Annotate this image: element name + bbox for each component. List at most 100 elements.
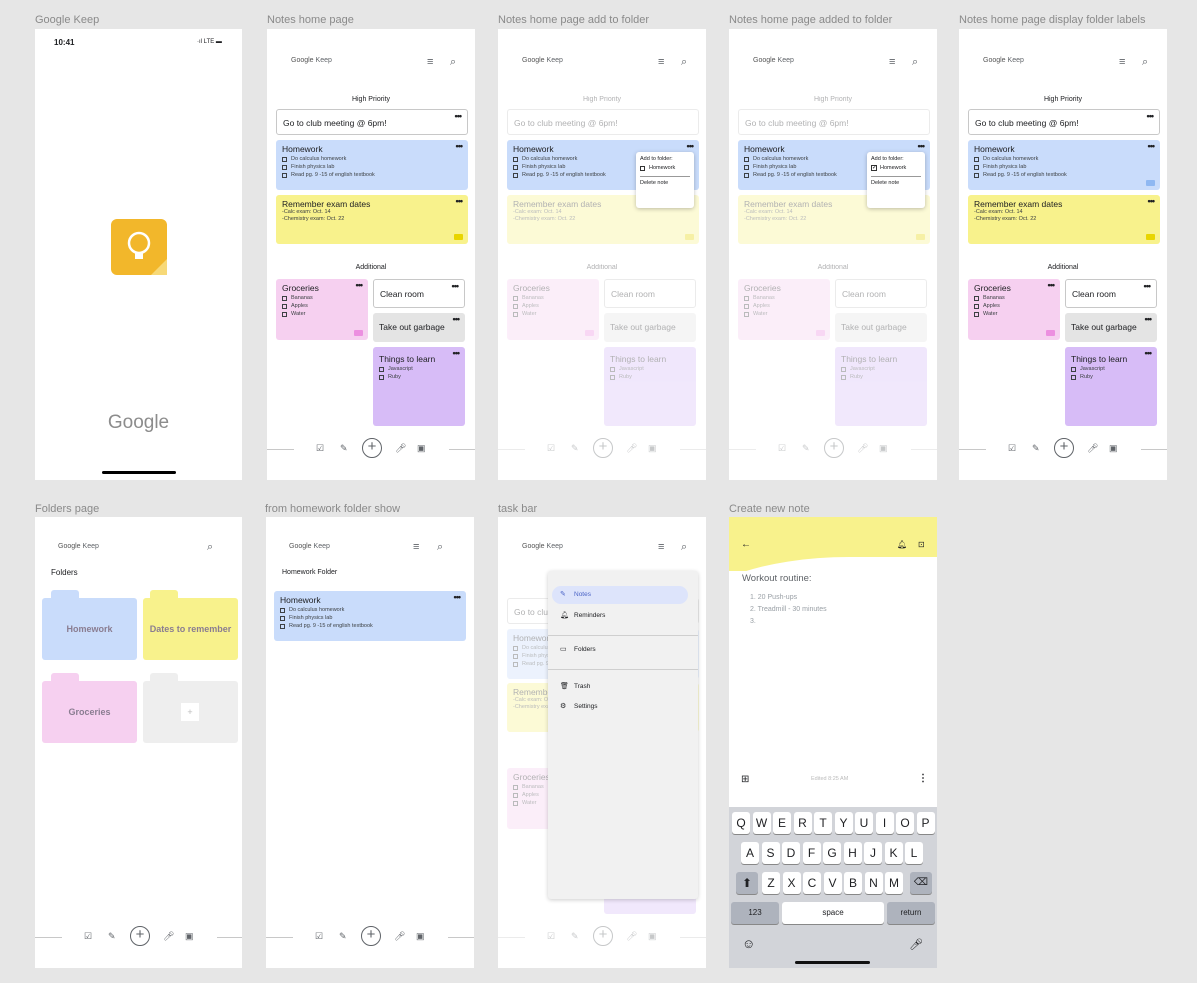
nav-item-reminders[interactable]: Reminders (574, 612, 605, 619)
more-icon[interactable]: ••• (453, 314, 461, 324)
brush-icon[interactable]: ✎ (1032, 443, 1040, 454)
note-homework[interactable]: Homework ••• Do calculus homework Finish … (276, 140, 468, 190)
mic-icon[interactable]: 🎤︎ (163, 931, 174, 942)
hamburger-icon[interactable]: ≡ (1119, 56, 1125, 68)
note-groceries[interactable]: Groceries Bananas Apples Water (507, 279, 599, 340)
note-things-to-learn[interactable]: Things to learn ••• Javascript Ruby (373, 347, 465, 426)
key-f[interactable]: F (802, 842, 821, 864)
key-p[interactable]: P (916, 812, 935, 834)
more-icon[interactable]: ••• (1145, 348, 1153, 358)
note-groceries[interactable]: Groceries Bananas Apples Water (738, 279, 830, 340)
brush-icon[interactable]: ✎ (802, 443, 810, 454)
nav-item-notes[interactable] (552, 586, 688, 604)
more-icon[interactable]: ••• (356, 280, 364, 290)
search-icon[interactable]: ⌕ (207, 541, 213, 554)
note-garbage[interactable]: Take out garbage ••• (1065, 313, 1157, 342)
note-clean-room[interactable]: Clean room ••• (1065, 279, 1157, 308)
image-icon[interactable]: ▣ (185, 931, 194, 942)
image-icon[interactable]: ▣ (648, 931, 657, 942)
key-v[interactable]: V (823, 872, 842, 894)
note-homework[interactable]: Homework ••• Do calculus homework Finish … (274, 591, 466, 641)
more-icon[interactable]: ••• (1147, 111, 1155, 121)
key-j[interactable]: J (864, 842, 882, 864)
key-l[interactable]: L (905, 842, 923, 864)
more-icon[interactable]: ••• (687, 141, 695, 151)
note-garbage[interactable]: Take out garbage (835, 313, 927, 342)
more-icon[interactable]: ••• (456, 141, 464, 151)
key-i[interactable]: I (875, 812, 894, 834)
note-things-to-learn[interactable]: Things to learn Javascript Ruby (835, 347, 927, 426)
search-icon[interactable]: ⌕ (681, 541, 687, 554)
mic-icon[interactable]: 🎤︎ (857, 443, 868, 454)
note-things-to-learn[interactable]: Things to learn Javascript Ruby (604, 347, 696, 426)
brush-icon[interactable]: ✎ (340, 443, 348, 454)
note-line[interactable]: 1. 20 Push-ups (750, 594, 797, 601)
note-club[interactable]: Go to club meeting @ 6pm! (738, 109, 930, 135)
add-folder-card[interactable]: + (143, 681, 238, 743)
brush-icon[interactable]: ✎ (108, 931, 116, 942)
image-icon[interactable]: ▣ (416, 931, 425, 942)
image-icon[interactable]: ▣ (417, 443, 426, 454)
key-n[interactable]: N (864, 872, 883, 894)
more-icon[interactable]: ••• (1048, 280, 1056, 290)
nav-item-settings[interactable]: Settings (574, 703, 598, 710)
hamburger-icon[interactable]: ≡ (427, 56, 433, 68)
hamburger-icon[interactable]: ≡ (658, 541, 664, 553)
key-r[interactable]: R (793, 812, 812, 834)
note-clean-room[interactable]: Clean room (835, 279, 927, 308)
more-icon[interactable]: ••• (1148, 196, 1156, 206)
folder-option-homework[interactable]: Homework (640, 165, 690, 171)
shift-icon[interactable]: ⬆ (736, 872, 758, 894)
note-exam-dates[interactable]: Remember exam dates ••• -Calc exam: Oct. … (276, 195, 468, 244)
checkbox-icon[interactable]: ☑ (1008, 443, 1016, 454)
add-circle-icon[interactable]: + (130, 926, 150, 946)
checkbox-icon[interactable]: ☑ (778, 443, 786, 454)
key-d[interactable]: D (782, 842, 800, 864)
key-o[interactable]: O (896, 812, 914, 834)
search-icon[interactable]: ⌕ (437, 541, 443, 554)
folder-option-homework[interactable]: ✓ Homework (871, 165, 921, 171)
space-key[interactable]: space (782, 902, 884, 924)
checkbox-icon[interactable]: ☑ (315, 931, 323, 942)
mic-icon[interactable]: 🎤︎ (626, 443, 637, 454)
key-e[interactable]: E (773, 812, 791, 834)
emoji-icon[interactable]: ☺ (742, 936, 755, 951)
search-icon[interactable]: ⌕ (1142, 56, 1148, 69)
hamburger-icon[interactable]: ≡ (658, 56, 664, 68)
mic-icon[interactable]: 🎤︎ (395, 443, 406, 454)
note-groceries[interactable]: Groceries ••• Bananas Apples Water (276, 279, 368, 340)
key-g[interactable]: G (823, 842, 841, 864)
note-club[interactable]: Go to club meeting @ 6pm! ••• (968, 109, 1160, 135)
mic-icon[interactable]: 🎤︎ (1087, 443, 1098, 454)
key-x[interactable]: X (782, 872, 801, 894)
add-circle-icon[interactable]: + (824, 438, 844, 458)
more-icon[interactable]: ••• (453, 348, 461, 358)
nav-item-folders[interactable]: Folders (574, 646, 596, 653)
key-c[interactable]: C (803, 872, 821, 894)
brush-icon[interactable]: ✎ (339, 931, 347, 942)
note-groceries[interactable]: Groceries ••• Bananas Apples Water (968, 279, 1060, 340)
note-clean-room[interactable]: Clean room (604, 279, 696, 308)
key-q[interactable]: Q (732, 812, 750, 834)
image-icon[interactable]: ▣ (879, 443, 888, 454)
search-icon[interactable]: ⌕ (450, 56, 456, 69)
more-icon[interactable]: ••• (454, 592, 462, 602)
add-circle-icon[interactable]: + (361, 926, 381, 946)
more-vert-icon[interactable]: ⋮ (918, 773, 928, 784)
image-icon[interactable]: ▣ (1109, 443, 1118, 454)
numbers-key[interactable]: 123 (731, 902, 779, 924)
delete-note-option[interactable]: Delete note (871, 176, 921, 186)
folder-groceries[interactable]: Groceries (42, 681, 137, 743)
add-circle-icon[interactable]: + (593, 926, 613, 946)
add-circle-icon[interactable]: + (593, 438, 613, 458)
folder-homework[interactable]: Homework (42, 598, 137, 660)
backspace-icon[interactable]: ⌫ (910, 872, 932, 894)
checkbox-icon[interactable]: ☑ (547, 443, 555, 454)
note-title[interactable]: Workout routine: (742, 573, 812, 584)
add-circle-icon[interactable]: + (1054, 438, 1074, 458)
key-b[interactable]: B (844, 872, 862, 894)
more-icon[interactable]: ••• (1144, 281, 1152, 291)
return-key[interactable]: return (887, 902, 935, 924)
more-icon[interactable]: ••• (1148, 141, 1156, 151)
note-club[interactable]: Go to club meeting @ 6pm! (507, 109, 699, 135)
